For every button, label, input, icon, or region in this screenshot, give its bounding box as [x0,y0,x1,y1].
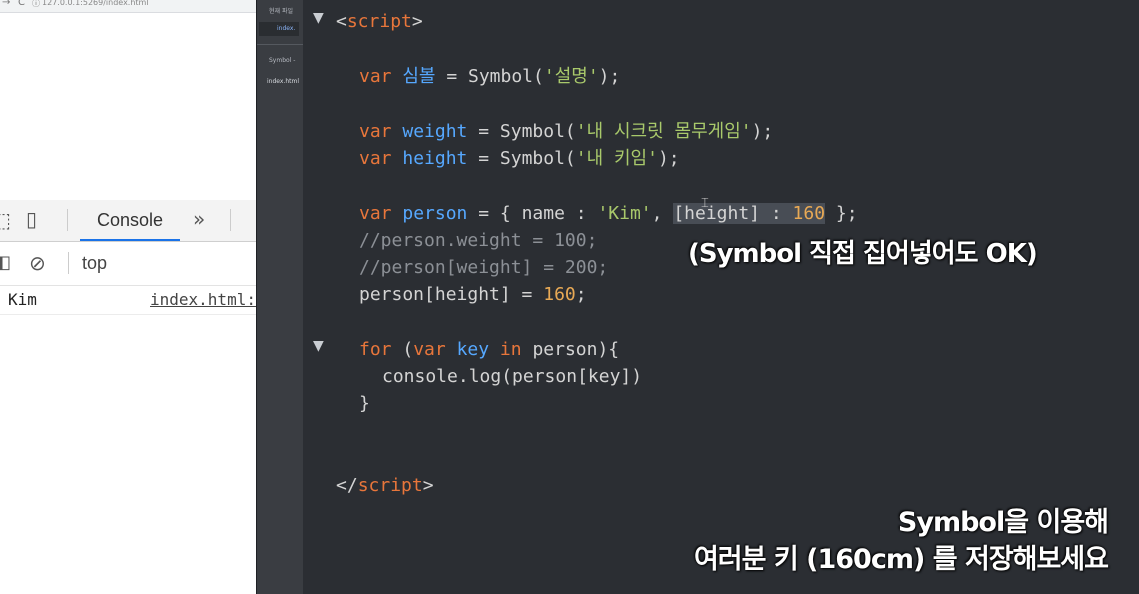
editor-file-sidebar: 현재 파일 index. Symbol - index.html [256,0,304,594]
more-tabs-icon[interactable]: » [193,207,205,231]
code-line-weight: var weight = Symbol('내 시크릿 몸무게임'); [359,121,774,142]
code-line-close-brace: } [359,393,370,414]
code-line-log: console.log(person[key]) [382,366,643,387]
clear-console-icon[interactable]: ⊘ [29,251,46,275]
text-cursor-icon: ⌶ [701,196,709,211]
code-line-close-tag: </script> [336,475,434,496]
sidebar-toggle-icon[interactable]: ◧ [0,252,11,273]
code-line-for: for (var key in person){ [359,339,620,360]
url-text[interactable]: 127.0.0.1:5269/index.html [42,0,149,8]
devtools-toolbar: ⬚ ▯ Console » [0,200,256,242]
code-line-open-tag: <script> [336,11,423,32]
code-line-height: var height = Symbol('내 키임'); [359,148,680,169]
toolbar-divider [67,209,68,231]
info-icon[interactable]: ⓘ [32,0,40,9]
inspect-icon[interactable]: ⬚ [0,208,11,232]
fold-arrow-icon[interactable]: ▼ [313,10,324,26]
device-toolbar-icon[interactable]: ▯ [26,207,37,231]
code-line-comment-1: //person.weight = 100; [359,230,598,251]
code-line-person: var person = { name : 'Kim', [height] : … [359,203,858,224]
code-line-assign: person[height] = 160; [359,284,587,305]
console-log-row: Kim index.html: [0,286,256,315]
address-bar[interactable]: → C ⓘ 127.0.0.1:5269/index.html [0,0,256,13]
tab-console[interactable]: Console [80,200,180,241]
toolbar-divider [230,209,231,231]
back-arrow-icon[interactable]: → [2,0,10,8]
log-source-link[interactable]: index.html: [150,290,256,309]
code-line-comment-2: //person[weight] = 200; [359,257,609,278]
sidebar-file-tab[interactable]: index. [259,22,299,36]
reload-icon[interactable]: C [18,0,25,8]
caption-line-1: Symbol을 이용해 [897,507,1109,538]
annotation-text: (Symbol 직접 집어넣어도 OK) [688,239,1038,269]
console-filter-bar: ◧ ⊘ top [0,242,256,286]
code-line-symbol: var 심볼 = Symbol('설명'); [359,66,621,87]
context-selector[interactable]: top [82,242,107,285]
sidebar-tab-label: index. [277,25,296,32]
browser-window: → C ⓘ 127.0.0.1:5269/index.html ⬚ ▯ Cons… [0,0,256,594]
filter-divider [68,252,69,274]
fold-arrow-icon[interactable]: ▼ [313,338,324,354]
caption-line-2: 여러분 키 (160cm) 를 저장해보세요 [693,544,1109,575]
log-value: Kim [8,290,37,309]
sidebar-divider [257,44,304,45]
